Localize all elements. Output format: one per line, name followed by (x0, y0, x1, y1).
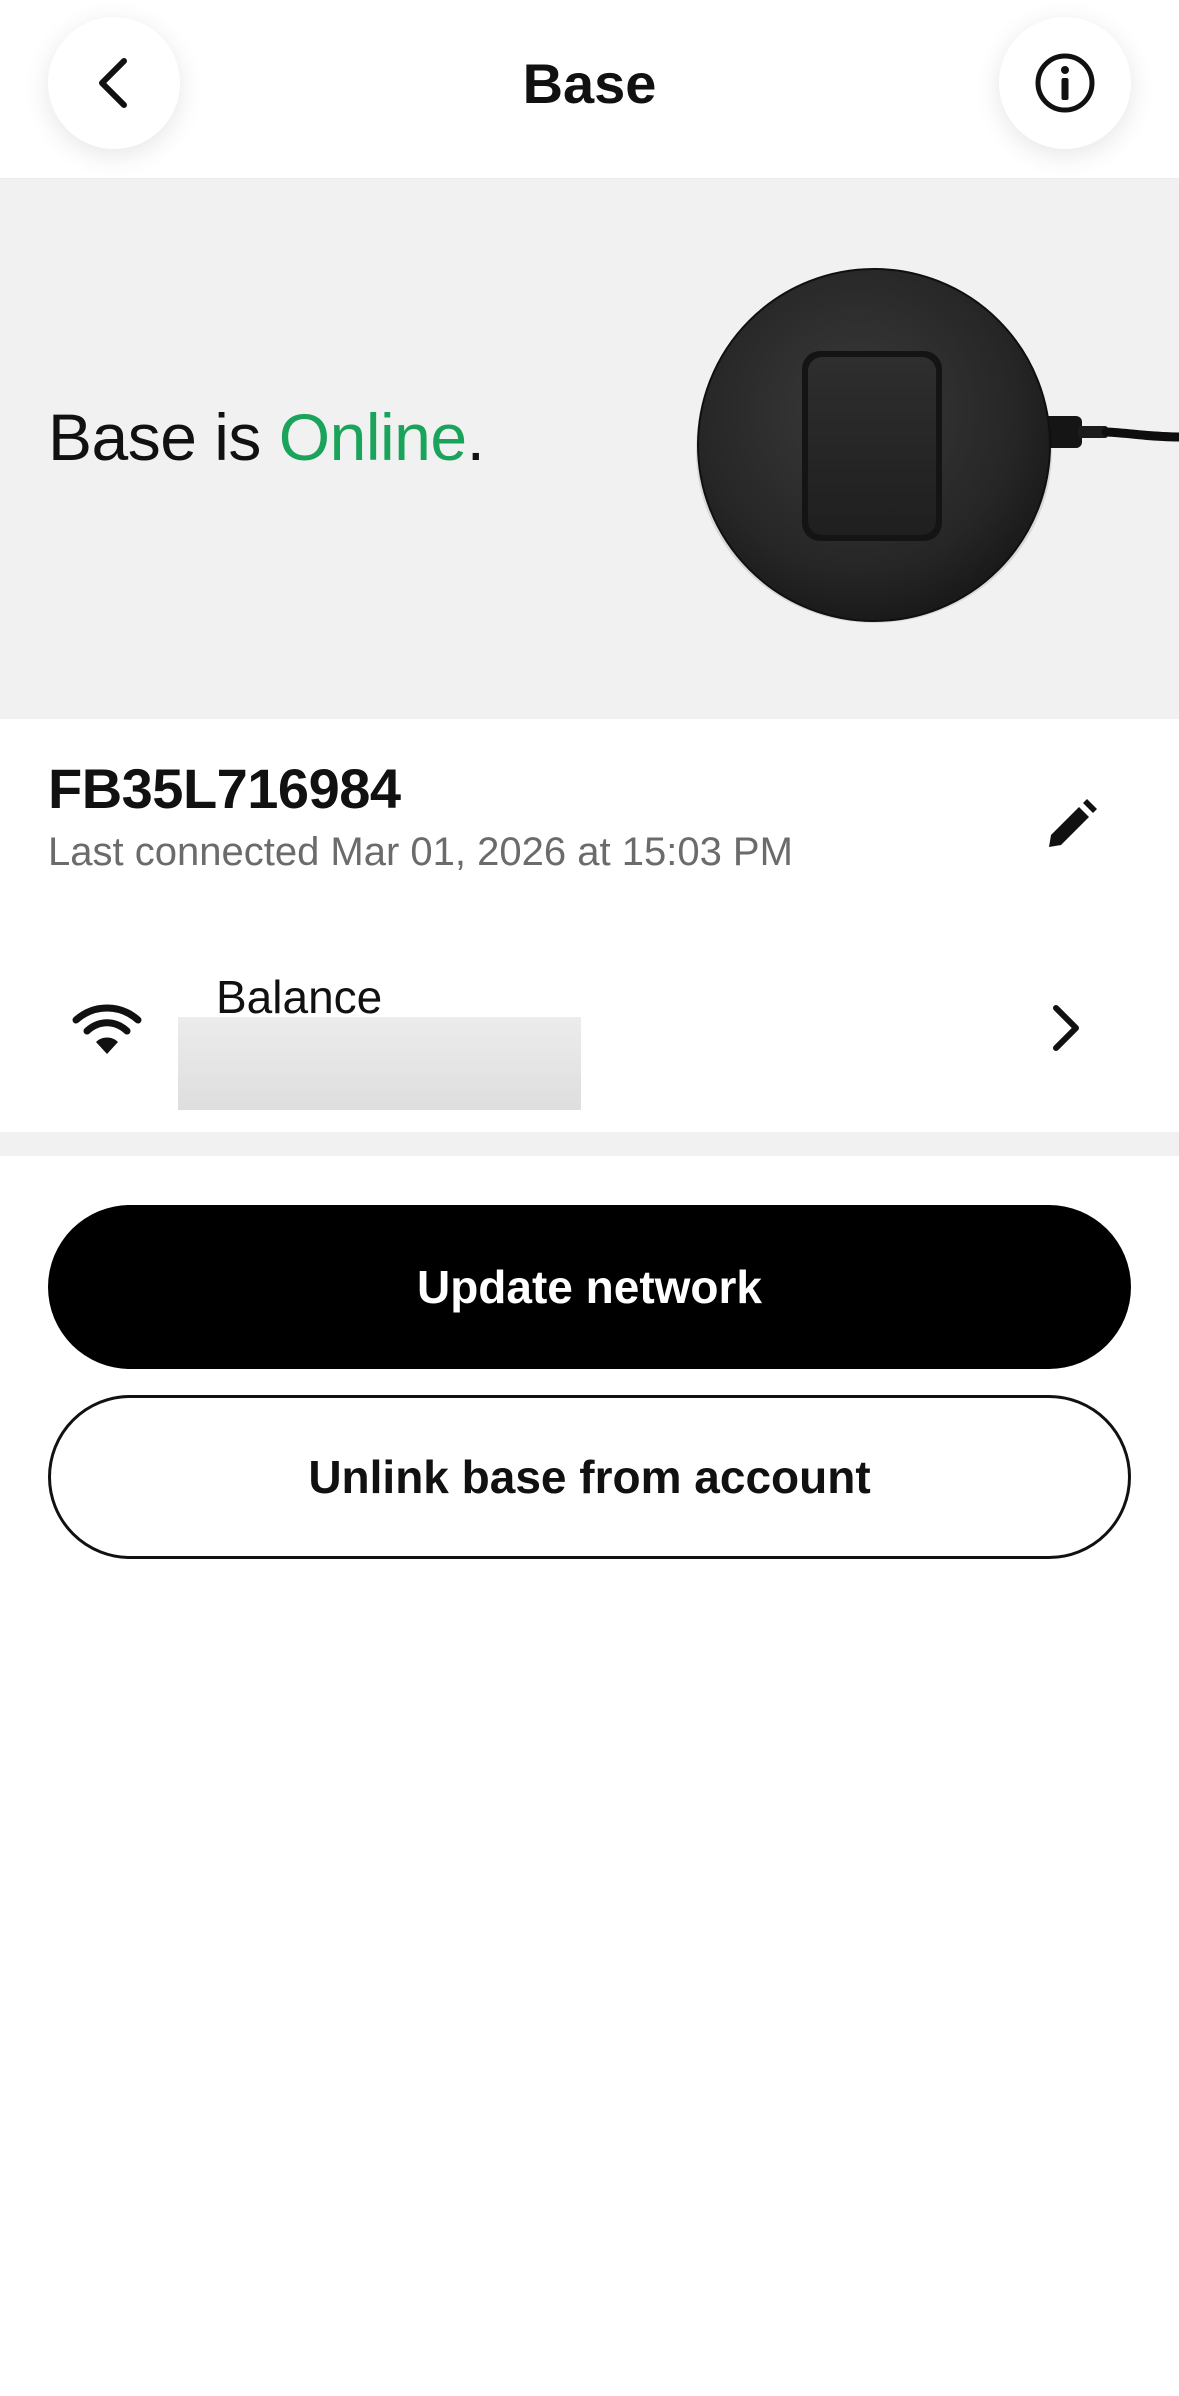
chevron-right-icon (1053, 1005, 1079, 1051)
status-suffix: . (466, 400, 485, 474)
base-status-text: Base is Online. (48, 399, 485, 475)
status-online: Online (278, 400, 467, 474)
redacted-network-details (178, 1017, 581, 1110)
wifi-icon (72, 1004, 142, 1054)
chevron-left-icon (99, 58, 127, 108)
back-button[interactable] (48, 17, 180, 149)
info-icon (1035, 53, 1095, 113)
status-hero: Base is Online. (0, 179, 1179, 719)
device-serial: FB35L716984 (48, 757, 401, 820)
pencil-icon (1049, 799, 1097, 847)
section-divider (0, 1132, 1179, 1156)
base-device-image (696, 268, 1179, 623)
update-network-button[interactable]: Update network (48, 1205, 1131, 1369)
status-prefix: Base is (48, 400, 279, 474)
info-button[interactable] (999, 17, 1131, 149)
top-bar: Base (0, 0, 1179, 179)
network-row[interactable]: Balance (0, 950, 1179, 1130)
base-detail-screen: Base Base is Online. FB35L716984 Last co… (0, 0, 1179, 2396)
last-connected-text: Last connected Mar 01, 2026 at 15:03 PM (48, 830, 793, 874)
edit-button[interactable] (1036, 790, 1106, 860)
unlink-base-button[interactable]: Unlink base from account (48, 1395, 1131, 1559)
network-name: Balance (216, 971, 383, 1023)
